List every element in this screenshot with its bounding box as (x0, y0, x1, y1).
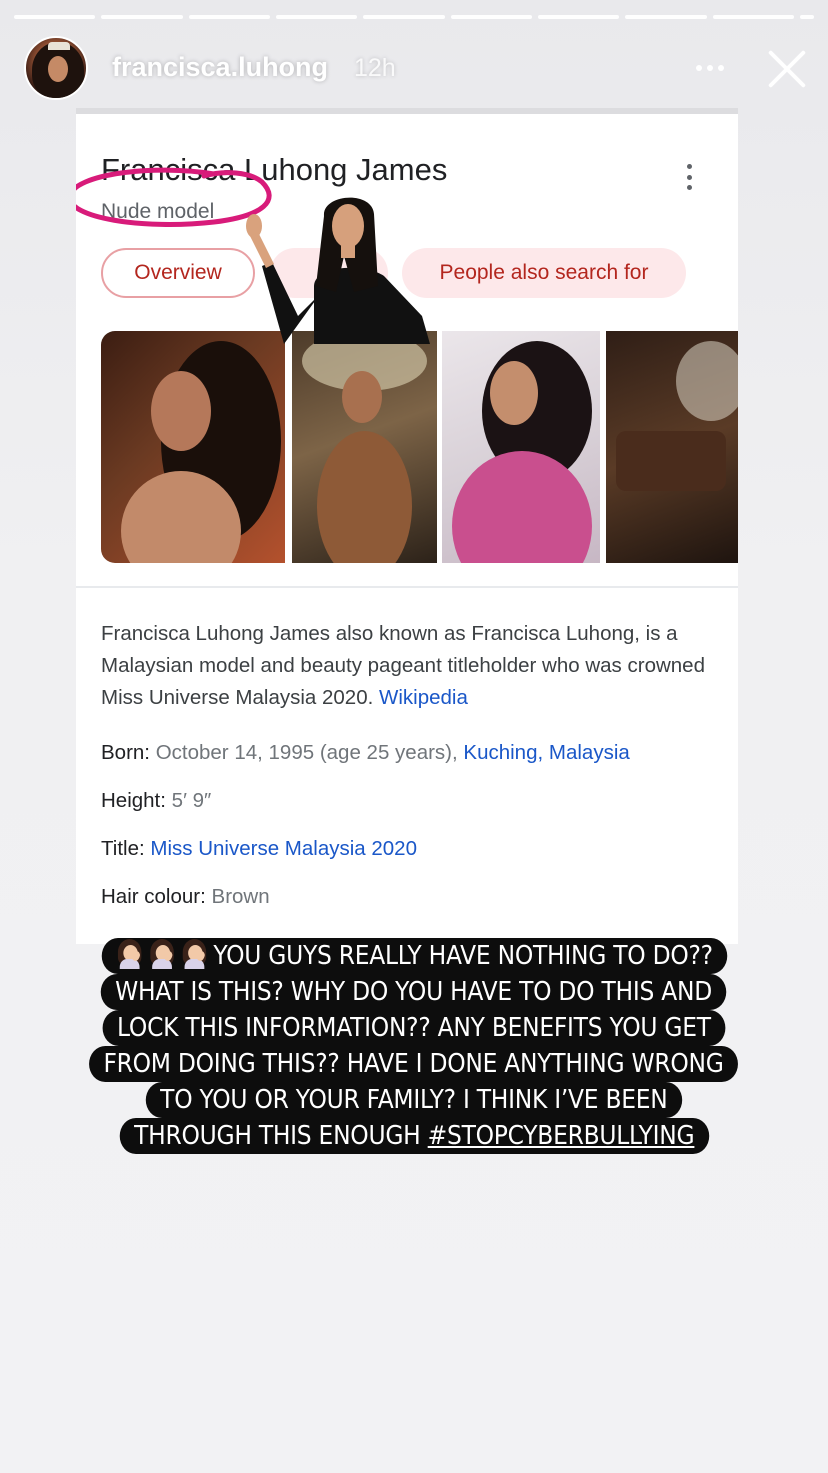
woman-facepalming-emoji (148, 939, 175, 969)
fact-value: October 14, 1995 (age 25 years), (155, 741, 458, 764)
woman-facepalming-emoji (180, 939, 207, 969)
caption-line: THROUGH THIS ENOUGH #STOPCYBERBULLYING (119, 1118, 709, 1154)
progress-segment (450, 15, 532, 19)
progress-segment (712, 15, 794, 19)
more-horizontal-icon (696, 65, 702, 71)
story-timestamp: 12h (354, 54, 396, 82)
photo-portrait-3 (442, 331, 600, 563)
fact-title: Title: Miss Universe Malaysia 2020 (101, 837, 417, 861)
story-caption: YOU GUYS REALLY HAVE NOTHING TO DO?? WHA… (44, 938, 784, 1154)
progress-segment (275, 15, 358, 19)
progress-segment (625, 15, 707, 19)
progress-segment (363, 15, 445, 19)
caption-text: THROUGH THIS ENOUGH (133, 1121, 421, 1151)
photo-portrait-1 (101, 331, 285, 563)
caption-line: FROM DOING THIS?? HAVE I DONE ANYTHING W… (89, 1046, 739, 1082)
progress-segment (188, 15, 270, 19)
woman-facepalming-emoji (116, 939, 143, 969)
fact-label: Hair colour: (101, 885, 206, 908)
divider (76, 586, 738, 588)
panel-description: Francisca Luhong James also known as Fra… (101, 618, 711, 714)
progress-segment-current (799, 15, 814, 19)
woman-pointing-sticker (246, 197, 430, 344)
tab-people-also-search-for: People also search for (402, 248, 686, 298)
fact-hair-colour: Hair colour: Brown (101, 885, 270, 909)
hashtag-link[interactable]: #STOPCYBERBULLYING (427, 1121, 694, 1151)
caption-text: YOU GUYS REALLY HAVE NOTHING TO DO?? (212, 941, 713, 971)
photo-portrait-2 (292, 331, 437, 563)
fact-value: Brown (211, 885, 270, 908)
more-options-button[interactable] (690, 56, 730, 80)
fact-link: Miss Universe Malaysia 2020 (150, 837, 417, 860)
avatar[interactable] (24, 36, 88, 100)
progress-segment (101, 15, 183, 19)
close-icon[interactable] (764, 46, 810, 92)
fact-label: Born: (101, 741, 150, 764)
fact-label: Title: (101, 837, 145, 860)
progress-segment (14, 15, 96, 19)
progress-segment (537, 15, 620, 19)
story-progress-bar (14, 15, 814, 19)
wikipedia-link: Wikipedia (379, 686, 468, 709)
fact-link: Kuching, Malaysia (463, 741, 630, 764)
more-vertical-icon (682, 164, 696, 190)
caption-line: TO YOU OR YOUR FAMILY? I THINK I’VE BEEN (145, 1082, 683, 1118)
caption-line: WHAT IS THIS? WHY DO YOU HAVE TO DO THIS… (101, 974, 727, 1010)
story-username[interactable]: francisca.luhong (112, 52, 328, 83)
fact-height: Height: 5′ 9″ (101, 789, 211, 813)
tab-overview: Overview (101, 248, 255, 298)
fact-born: Born: October 14, 1995 (age 25 years), K… (101, 741, 630, 765)
caption-line: LOCK THIS INFORMATION?? ANY BENEFITS YOU… (102, 1010, 726, 1046)
caption-line: YOU GUYS REALLY HAVE NOTHING TO DO?? (101, 938, 727, 974)
fact-label: Height: (101, 789, 166, 812)
photo-portrait-4 (606, 331, 738, 563)
fact-value: 5′ 9″ (171, 789, 212, 812)
